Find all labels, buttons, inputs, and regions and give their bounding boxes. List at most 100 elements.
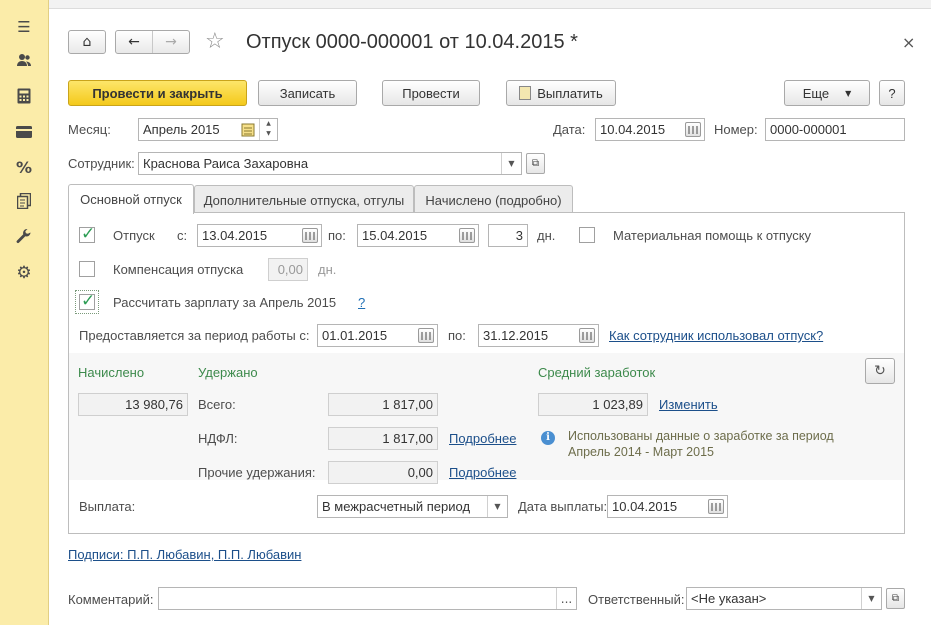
material-help-checkbox[interactable] bbox=[579, 227, 595, 243]
page-title: Отпуск 0000-000001 от 10.04.2015 * bbox=[246, 31, 578, 53]
ndfl-field: 1 817,00 bbox=[328, 427, 438, 450]
vacation-to-label: по: bbox=[328, 228, 346, 243]
more-button-label: Еще bbox=[802, 85, 830, 101]
calc-salary-help-link[interactable]: ? bbox=[358, 295, 365, 310]
calendar-icon[interactable] bbox=[418, 328, 434, 343]
month-value: Апрель 2015 bbox=[143, 122, 220, 137]
save-button[interactable]: Записать bbox=[258, 80, 357, 106]
responsible-value: <Не указан> bbox=[691, 591, 767, 606]
calc-salary-checkbox[interactable] bbox=[79, 291, 95, 311]
payout-value: В межрасчетный период bbox=[322, 499, 471, 514]
calculator-icon[interactable] bbox=[14, 88, 34, 108]
open-icon: ⧉ bbox=[531, 158, 540, 169]
material-help-label: Материальная помощь к отпуску bbox=[613, 228, 812, 243]
vacation-to-field[interactable]: 15.04.2015 bbox=[357, 224, 479, 247]
avg-earnings-field: 1 023,89 bbox=[538, 393, 648, 416]
info-line-1: Использованы данные о заработке за перио… bbox=[568, 429, 834, 443]
avg-change-link[interactable]: Изменить bbox=[659, 397, 718, 412]
vacation-from-field[interactable]: 13.04.2015 bbox=[197, 224, 322, 247]
open-responsible-button[interactable]: ⧉ bbox=[886, 588, 905, 609]
card-icon[interactable] bbox=[14, 123, 34, 143]
chevron-down-icon[interactable]: ▼ bbox=[861, 588, 881, 609]
arrow-right-icon: → bbox=[165, 34, 177, 50]
refresh-icon: ↻ bbox=[874, 363, 886, 379]
accrued-field: 13 980,76 bbox=[78, 393, 188, 416]
tab-main-vacation[interactable]: Основной отпуск bbox=[68, 184, 194, 214]
avg-earnings-header: Средний заработок bbox=[538, 365, 656, 380]
vacation-from-value: 13.04.2015 bbox=[202, 228, 268, 243]
vacation-usage-link[interactable]: Как сотрудник использовал отпуск? bbox=[609, 328, 823, 343]
home-button[interactable]: ⌂ bbox=[68, 30, 106, 54]
payout-date-field[interactable]: 10.04.2015 bbox=[607, 495, 728, 518]
date-field[interactable]: 10.04.2015 bbox=[595, 118, 705, 141]
open-employee-button[interactable]: ⧉ bbox=[526, 153, 545, 174]
window-top-strip bbox=[49, 0, 931, 9]
month-select-icon[interactable] bbox=[241, 122, 255, 137]
home-icon: ⌂ bbox=[82, 34, 92, 50]
total-label: Всего: bbox=[198, 397, 236, 412]
history-nav: ← → bbox=[115, 30, 190, 54]
comment-field[interactable]: ... bbox=[158, 587, 577, 610]
responsible-field[interactable]: <Не указан> ▼ bbox=[686, 587, 882, 610]
calc-salary-label: Рассчитать зарплату за Апрель 2015 bbox=[113, 295, 337, 310]
percent-icon[interactable]: % bbox=[14, 158, 34, 178]
compensation-days-field[interactable]: 0,00 bbox=[268, 258, 308, 281]
compensation-days-unit: дн. bbox=[318, 262, 337, 277]
employee-field[interactable]: Краснова Раиса Захаровна ▼ bbox=[138, 152, 522, 175]
date-label: Дата: bbox=[553, 122, 586, 137]
tab-accrued-detailed[interactable]: Начислено (подробно) bbox=[414, 185, 573, 214]
chevron-down-icon[interactable]: ▼ bbox=[501, 153, 521, 174]
arrow-left-icon: ← bbox=[128, 34, 140, 50]
pay-button[interactable]: Выплатить bbox=[506, 80, 616, 106]
calendar-icon[interactable] bbox=[459, 228, 475, 243]
comment-label: Комментарий: bbox=[68, 592, 154, 607]
signatures-link[interactable]: Подписи: П.П. Любавин, П.П. Любавин bbox=[68, 547, 301, 562]
payout-field[interactable]: В межрасчетный период ▼ bbox=[317, 495, 508, 518]
help-button[interactable]: ? bbox=[879, 80, 905, 106]
withheld-header: Удержано bbox=[198, 365, 258, 380]
period-from-value: 01.01.2015 bbox=[322, 328, 388, 343]
calendar-icon[interactable] bbox=[579, 328, 595, 343]
chevron-down-icon[interactable]: ▼ bbox=[487, 496, 507, 517]
comment-ellipsis-button[interactable]: ... bbox=[556, 588, 576, 609]
compensation-checkbox[interactable] bbox=[79, 261, 95, 277]
month-field[interactable]: Апрель 2015 ▲ ▼ bbox=[138, 118, 278, 141]
info-icon: i bbox=[541, 431, 555, 445]
refresh-button[interactable]: ↻ bbox=[865, 358, 895, 384]
other-details-link[interactable]: Подробнее bbox=[449, 465, 516, 480]
favorite-star-icon[interactable]: ☆ bbox=[205, 29, 225, 54]
more-button[interactable]: Еще ▼ bbox=[784, 80, 870, 106]
month-spinner[interactable]: ▲ ▼ bbox=[259, 119, 277, 140]
post-and-close-button[interactable]: Провести и закрыть bbox=[68, 80, 247, 106]
payout-label: Выплата: bbox=[79, 499, 136, 514]
payout-date-value: 10.04.2015 bbox=[612, 499, 678, 514]
responsible-label: Ответственный: bbox=[588, 592, 685, 607]
open-icon: ⧉ bbox=[891, 593, 900, 604]
post-button[interactable]: Провести bbox=[382, 80, 480, 106]
employee-value: Краснова Раиса Захаровна bbox=[143, 156, 309, 171]
number-field[interactable]: 0000-000001 bbox=[765, 118, 905, 141]
users-icon[interactable] bbox=[14, 52, 34, 72]
period-from-field[interactable]: 01.01.2015 bbox=[317, 324, 438, 347]
menu-icon[interactable]: ☰ bbox=[14, 17, 34, 37]
vacation-checkbox[interactable] bbox=[79, 224, 95, 244]
period-to-value: 31.12.2015 bbox=[483, 328, 549, 343]
number-value: 0000-000001 bbox=[770, 122, 847, 137]
ndfl-details-link[interactable]: Подробнее bbox=[449, 431, 516, 446]
documents-icon[interactable] bbox=[14, 192, 34, 213]
total-field: 1 817,00 bbox=[328, 393, 438, 416]
gear-icon[interactable]: ⚙ bbox=[14, 263, 34, 283]
calendar-icon[interactable] bbox=[708, 499, 724, 514]
calendar-icon[interactable] bbox=[302, 228, 318, 243]
vacation-days-unit: дн. bbox=[537, 228, 556, 243]
vacation-days-field[interactable]: 3 bbox=[488, 224, 528, 247]
period-to-field[interactable]: 31.12.2015 bbox=[478, 324, 599, 347]
calendar-icon[interactable] bbox=[685, 122, 701, 137]
wrench-icon[interactable] bbox=[14, 228, 34, 248]
close-icon[interactable]: × bbox=[902, 33, 915, 52]
tab-additional-vacations[interactable]: Дополнительные отпуска, отгулы bbox=[194, 185, 414, 214]
back-button[interactable]: ← bbox=[116, 31, 153, 53]
other-withholdings-label: Прочие удержания: bbox=[198, 465, 316, 480]
forward-button[interactable]: → bbox=[153, 31, 189, 53]
number-label: Номер: bbox=[714, 122, 758, 137]
